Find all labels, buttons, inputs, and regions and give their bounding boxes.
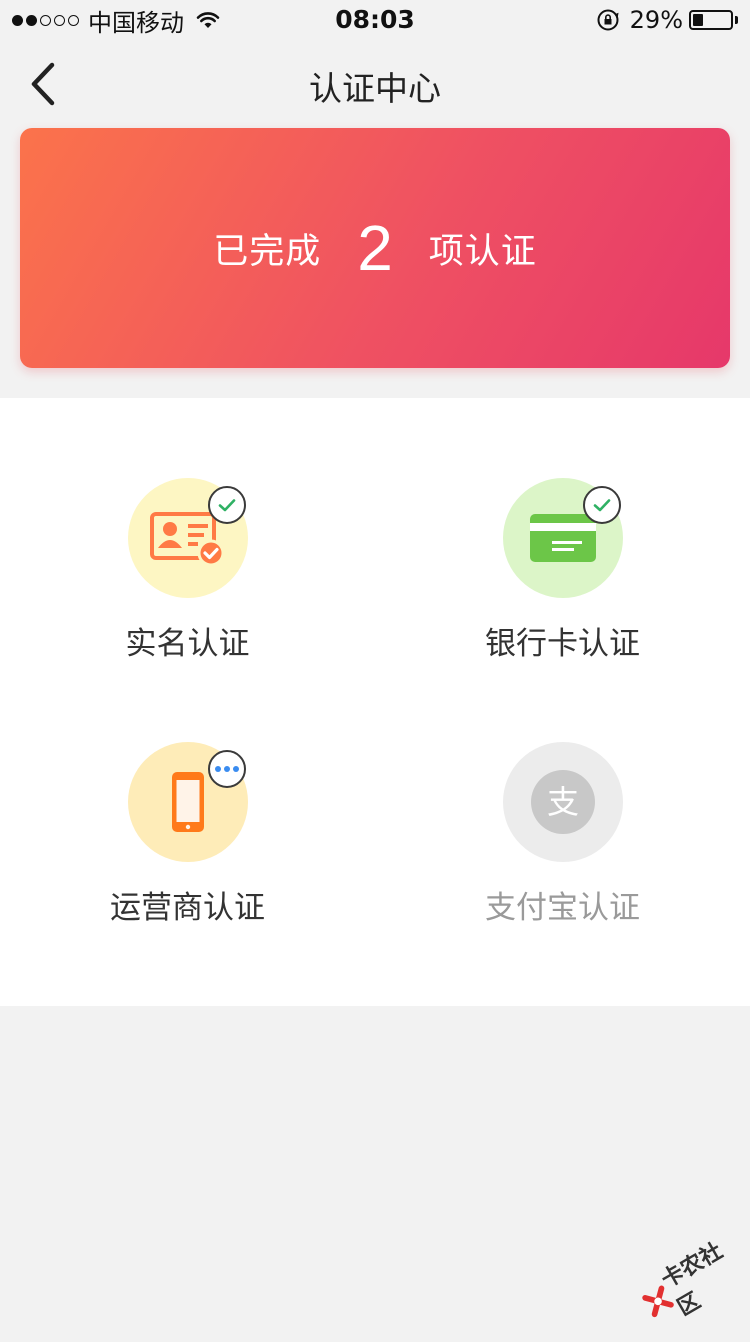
status-right: 29% bbox=[596, 5, 738, 35]
icon-circle: 支 bbox=[503, 742, 623, 862]
in-progress-badge bbox=[208, 750, 246, 788]
auth-item-label: 运营商认证 bbox=[110, 890, 265, 926]
auth-item-label: 支付宝认证 bbox=[485, 890, 640, 926]
battery-percent: 29% bbox=[629, 6, 683, 34]
verification-summary-card: 已完成 2 项认证 bbox=[20, 128, 730, 368]
auth-item-label: 实名认证 bbox=[125, 626, 250, 662]
completed-badge bbox=[583, 486, 621, 524]
summary-suffix: 项认证 bbox=[428, 231, 537, 272]
status-bar: 中国移动 08:03 29% bbox=[0, 0, 750, 40]
auth-grid: 实名认证 银行卡认证 运营商认证 支 支付宝认证 bbox=[0, 398, 750, 1006]
auth-item-alipay[interactable]: 支 支付宝认证 bbox=[375, 742, 750, 942]
rotation-lock-icon bbox=[597, 9, 619, 31]
check-icon bbox=[218, 499, 236, 512]
alipay-icon: 支 bbox=[531, 770, 595, 834]
page-title: 认证中心 bbox=[309, 69, 441, 108]
more-dots-icon bbox=[215, 766, 239, 772]
completed-count: 2 bbox=[357, 212, 393, 284]
watermark: 卡农社区 bbox=[627, 1218, 750, 1342]
auth-item-bank-card[interactable]: 银行卡认证 bbox=[375, 478, 750, 678]
completed-badge bbox=[208, 486, 246, 524]
summary-prefix: 已完成 bbox=[213, 231, 322, 272]
auth-item-real-name[interactable]: 实名认证 bbox=[0, 478, 375, 678]
phone-icon bbox=[172, 772, 204, 832]
battery-nub bbox=[735, 16, 738, 24]
bank-card-icon bbox=[530, 514, 596, 562]
check-icon bbox=[593, 499, 611, 512]
auth-item-label: 银行卡认证 bbox=[485, 626, 640, 662]
auth-item-carrier[interactable]: 运营商认证 bbox=[0, 742, 375, 942]
battery-icon bbox=[689, 10, 733, 30]
battery-level bbox=[693, 14, 703, 26]
alipay-glyph: 支 bbox=[547, 783, 579, 821]
nav-bar: 认证中心 bbox=[0, 40, 750, 128]
